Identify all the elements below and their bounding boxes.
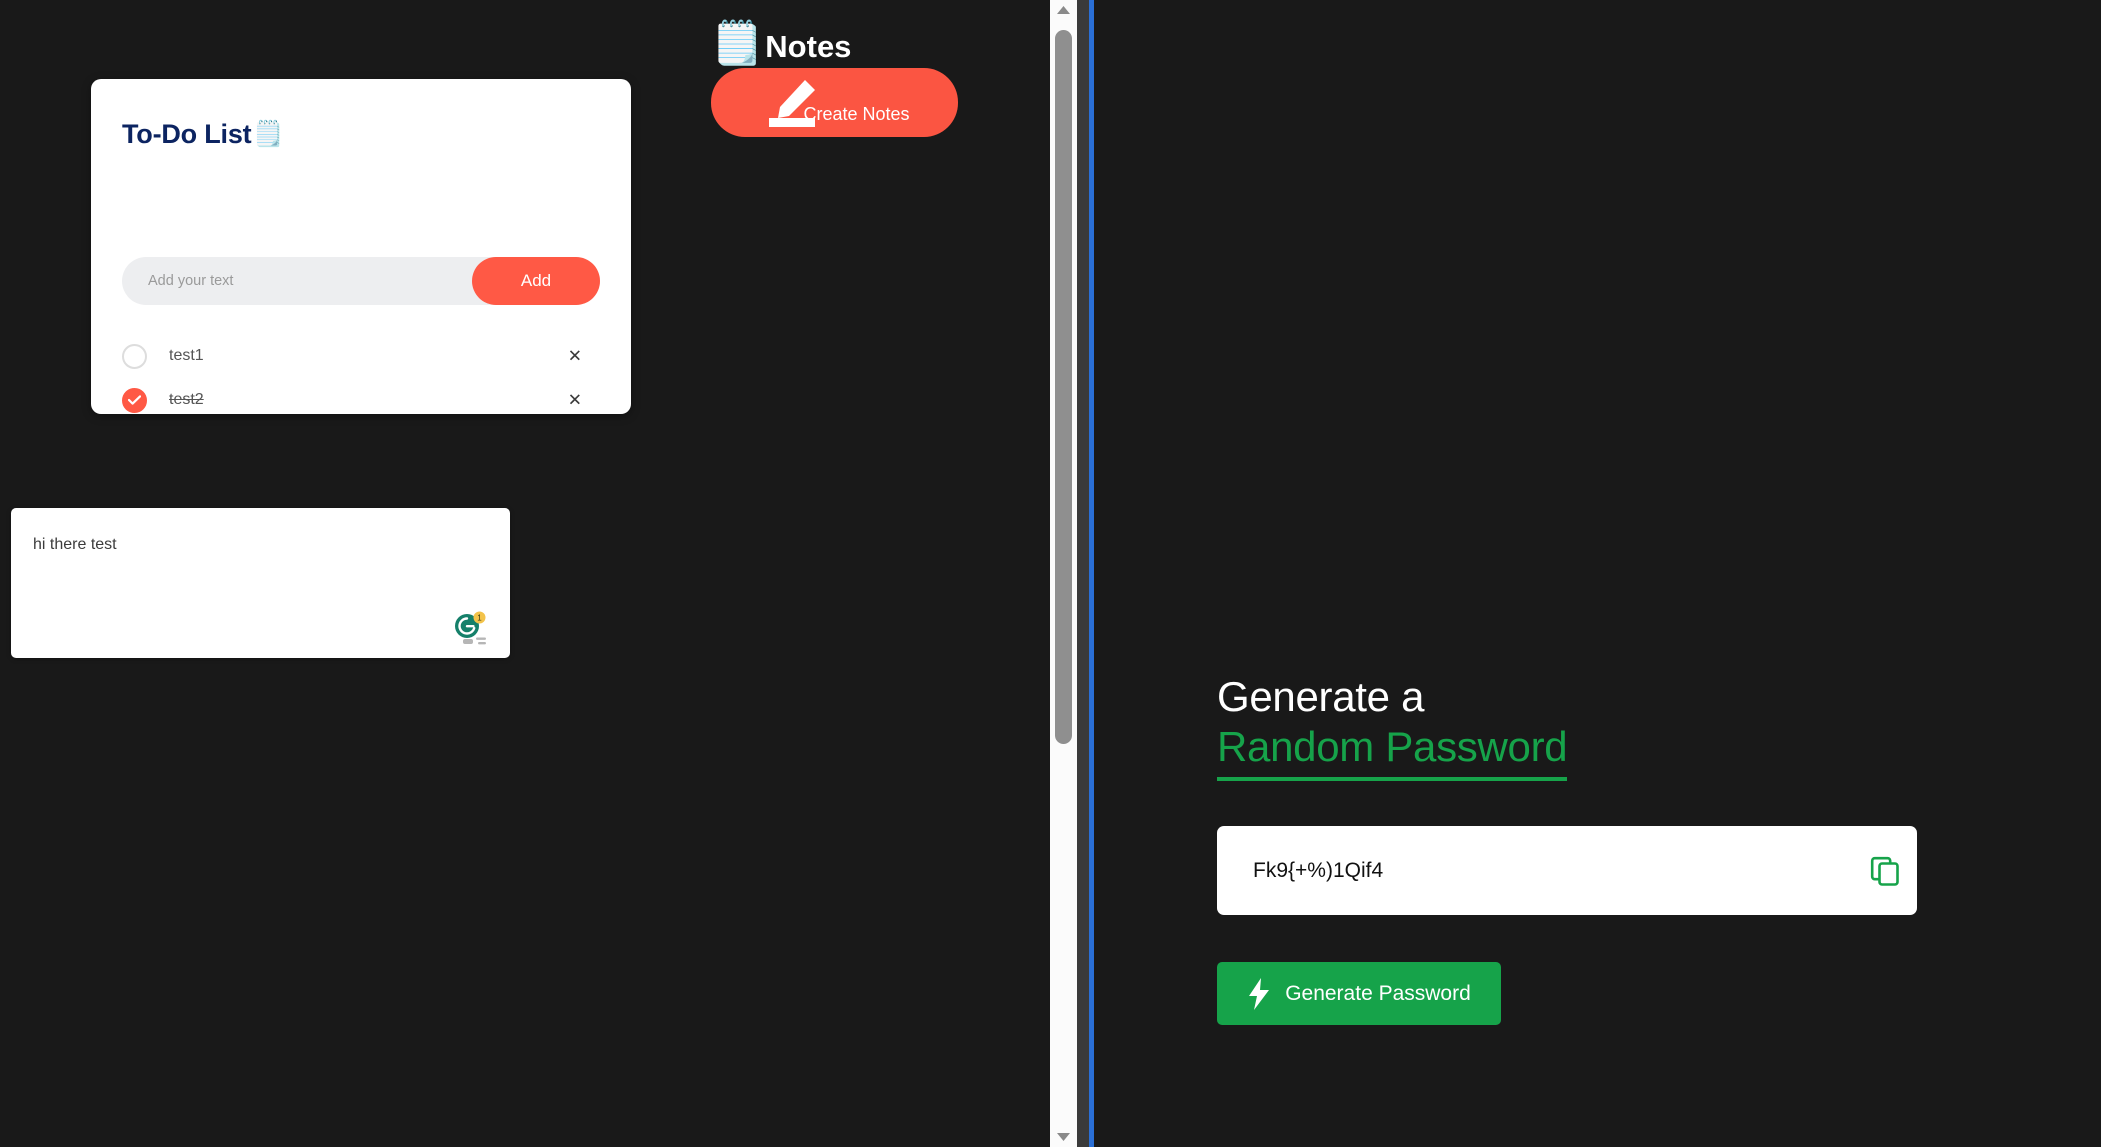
notes-heading: 🗒️ Notes — [711, 2, 958, 64]
password-generator-title: Generate a Random Password — [1217, 672, 1568, 782]
todo-text-input[interactable] — [122, 273, 472, 289]
chevron-up-icon — [1057, 6, 1070, 14]
todo-delete-button-1[interactable]: ✕ — [568, 392, 582, 409]
grammarly-icon[interactable]: 1 — [450, 609, 488, 647]
note-textarea-box[interactable]: hi there test 1 — [11, 508, 510, 658]
chevron-down-icon — [1057, 1133, 1070, 1141]
create-notes-button[interactable]: Create Notes — [711, 68, 958, 137]
copy-password-button[interactable] — [1853, 826, 1917, 915]
todo-add-button[interactable]: Add — [472, 257, 600, 305]
vertical-scrollbar[interactable] — [1050, 0, 1077, 1147]
todo-list-card: To-Do List 🗒️ Add test1 ✕ — [91, 79, 631, 414]
notes-section: 🗒️ Notes Create Notes — [711, 2, 958, 137]
todo-list-title-text: To-Do List — [122, 119, 252, 149]
todo-item-0: test1 ✕ — [122, 334, 600, 378]
notes-heading-text: Notes — [765, 28, 852, 64]
scroll-up-arrow[interactable] — [1050, 0, 1077, 20]
todo-item-1: test2 ✕ — [122, 378, 600, 422]
generate-password-label: Generate Password — [1285, 981, 1471, 1005]
app-root: To-Do List 🗒️ Add test1 ✕ — [0, 0, 2101, 1147]
lightning-bolt-icon — [1249, 977, 1270, 1010]
todo-list-title: To-Do List 🗒️ — [122, 119, 284, 150]
scrollbar-thumb[interactable] — [1055, 30, 1072, 744]
svg-text:1: 1 — [477, 613, 482, 622]
copy-icon — [1870, 856, 1899, 886]
notepad-icon: 🗒️ — [252, 120, 284, 148]
scroll-down-arrow[interactable] — [1050, 1127, 1077, 1147]
todo-checkbox-0[interactable] — [122, 343, 147, 369]
password-title-line1: Generate a — [1217, 673, 1425, 720]
todo-delete-button-0[interactable]: ✕ — [568, 348, 582, 365]
password-title-line2: Random Password — [1217, 722, 1568, 782]
password-value-input[interactable] — [1217, 858, 1853, 883]
todo-checkbox-1[interactable] — [122, 387, 147, 413]
todo-items-list: test1 ✕ test2 ✕ — [122, 334, 600, 422]
generate-password-button[interactable]: Generate Password — [1217, 962, 1501, 1025]
spiral-notepad-icon: 🗒️ — [711, 19, 764, 66]
todo-item-label-1: test2 — [169, 391, 204, 408]
note-text: hi there test — [33, 536, 117, 553]
password-output-field — [1217, 826, 1917, 915]
pencil-icon — [769, 80, 815, 127]
todo-input-row: Add — [122, 257, 600, 305]
pane-gap — [1077, 0, 1089, 1147]
left-pane: To-Do List 🗒️ Add test1 ✕ — [0, 0, 1050, 1147]
todo-item-label-0: test1 — [169, 347, 204, 364]
